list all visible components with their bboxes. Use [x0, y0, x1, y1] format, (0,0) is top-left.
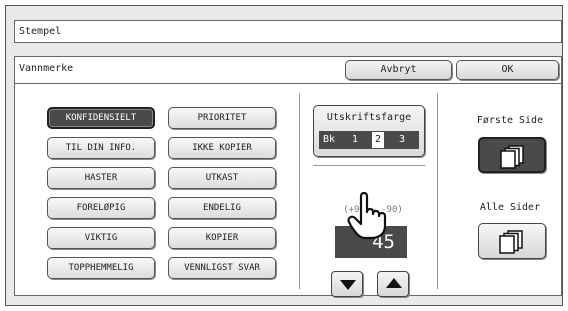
color-option-2-selected: 2: [372, 132, 384, 148]
window-title: Stempel: [14, 20, 562, 43]
stamp-button-prioritet[interactable]: PRIORITET: [168, 107, 276, 129]
panel-header: Vannmerke Avbryt OK: [15, 57, 561, 84]
first-page-label: Første Side: [476, 115, 544, 126]
color-option-bk: Bk: [323, 134, 336, 145]
triangle-down-icon: [340, 280, 356, 290]
stamp-button-vennligst-svar[interactable]: VENNLIGST SVAR: [168, 257, 276, 279]
all-pages-label: Alle Sider: [479, 202, 541, 213]
stamp-button-haster[interactable]: HASTER: [47, 167, 155, 189]
divider: [313, 165, 425, 166]
divider: [299, 93, 300, 289]
stacked-pages-icon: [500, 145, 524, 169]
stacked-pages-icon: [499, 230, 523, 254]
stamp-button-endelig[interactable]: ENDELIG: [168, 197, 276, 219]
print-color-options: Bk 1 2 3: [319, 131, 419, 149]
triangle-up-icon: [386, 278, 402, 288]
all-pages-button[interactable]: [478, 223, 546, 259]
stamp-button-topphemmelig[interactable]: TOPPHEMMELIG: [47, 257, 155, 279]
cancel-button[interactable]: Avbryt: [345, 60, 452, 80]
print-color-button[interactable]: Utskriftsfarge Bk 1 2 3: [313, 105, 425, 157]
stamp-button-til-din-info[interactable]: TIL DIN INFO.: [47, 137, 155, 159]
watermark-panel: Vannmerke Avbryt OK KONFIDENSIELT TIL DI…: [14, 56, 562, 297]
angle-down-button[interactable]: [331, 271, 363, 297]
stamp-button-konfidensielt[interactable]: KONFIDENSIELT: [47, 107, 155, 129]
divider: [437, 93, 438, 289]
stamp-button-utkast[interactable]: UTKAST: [168, 167, 276, 189]
stamp-button-ikke-kopier[interactable]: IKKE KOPIER: [168, 137, 276, 159]
color-option-3: 3: [399, 134, 406, 145]
stamp-button-kopier[interactable]: KOPIER: [168, 227, 276, 249]
stamp-button-forelopig[interactable]: FORELØPIG: [47, 197, 155, 219]
ok-button[interactable]: OK: [456, 60, 559, 80]
color-option-1: 1: [352, 134, 359, 145]
pointing-hand-icon: [347, 192, 387, 240]
angle-up-button[interactable]: [377, 271, 409, 297]
print-color-label: Utskriftsfarge: [326, 112, 412, 123]
first-page-button[interactable]: [478, 137, 546, 173]
stamp-button-viktig[interactable]: VIKTIG: [47, 227, 155, 249]
panel-title: Vannmerke: [19, 63, 74, 74]
